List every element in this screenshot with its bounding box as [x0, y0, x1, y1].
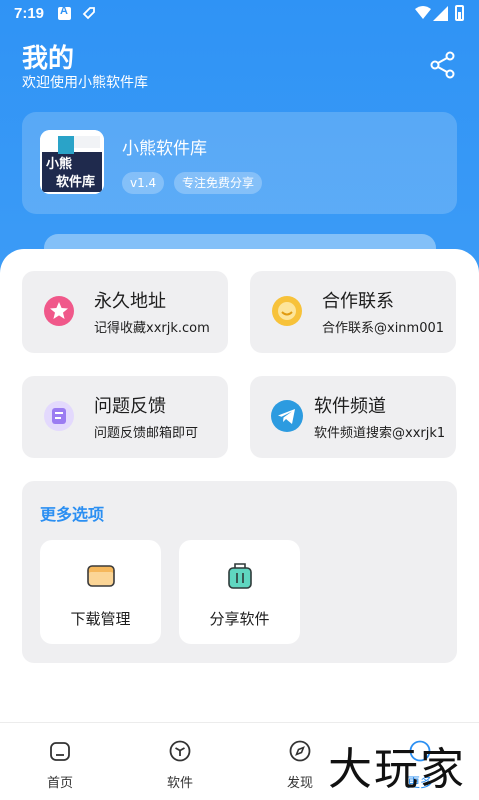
signal-icon: [433, 6, 448, 21]
slogan-badge: 专注免费分享: [174, 172, 263, 194]
tile-desc: 记得收藏xxrjk.com: [94, 321, 210, 336]
more-item-label: 分享软件: [209, 610, 270, 628]
compass-icon: [289, 740, 311, 762]
star-icon: [44, 296, 74, 326]
nav-label: 首页: [46, 776, 73, 791]
nav-software[interactable]: 软件: [120, 723, 240, 800]
more-options-title: 更多选项: [40, 505, 105, 524]
tag-icon: [82, 7, 95, 20]
bag-icon: [228, 563, 252, 589]
tile-desc: 合作联系@xinm001: [322, 321, 445, 336]
watermark-text: 大玩家: [328, 744, 466, 795]
status-time: 7:19: [14, 5, 45, 22]
wifi-icon: [415, 6, 431, 19]
page-title: 我的: [22, 44, 75, 74]
tile-title: 软件频道: [314, 396, 386, 417]
status-bar: 7:19: [0, 0, 479, 28]
tile-title: 永久地址: [94, 291, 166, 312]
share-icon[interactable]: [430, 51, 456, 79]
tile-desc: 软件频道搜索@xxrjk1: [314, 426, 446, 441]
cube-icon: [169, 740, 191, 762]
folder-icon: [87, 565, 115, 587]
more-options-panel: 更多选项 下载管理 分享软件: [22, 481, 457, 663]
page-subtitle: 欢迎使用小熊软件库: [22, 75, 148, 91]
tile-permanent-address[interactable]: 永久地址 记得收藏xxrjk.com: [22, 271, 228, 353]
logo-text-top: 小熊: [46, 156, 72, 172]
notification-app-icon: [58, 5, 71, 20]
home-icon: [50, 742, 70, 761]
download-manager-button[interactable]: 下载管理: [40, 540, 161, 644]
nav-home[interactable]: 首页: [0, 723, 120, 800]
feedback-icon: [44, 401, 74, 431]
app-info-card[interactable]: 小熊 软件库 小熊软件库 v1.4 专注免费分享: [22, 112, 457, 214]
tile-desc: 问题反馈邮箱即可: [94, 426, 199, 441]
smile-icon: [272, 296, 302, 326]
tile-title: 问题反馈: [94, 396, 166, 417]
tile-feedback[interactable]: 问题反馈 问题反馈邮箱即可: [22, 376, 228, 458]
app-name: 小熊软件库: [122, 139, 207, 159]
app-logo: 小熊 软件库: [40, 130, 104, 194]
telegram-icon: [271, 400, 303, 432]
app-logo-graphic: 小熊 软件库: [40, 130, 104, 194]
tile-software-channel[interactable]: 软件频道 软件频道搜索@xxrjk1: [250, 376, 456, 458]
logo-text-bottom: 软件库: [56, 174, 95, 190]
tile-title: 合作联系: [322, 291, 394, 312]
nav-label: 软件: [166, 776, 193, 791]
battery-icon: [455, 5, 464, 21]
more-item-label: 下载管理: [70, 610, 131, 628]
version-badge: v1.4: [122, 172, 165, 194]
share-software-button[interactable]: 分享软件: [179, 540, 300, 644]
tile-cooperation[interactable]: 合作联系 合作联系@xinm001: [250, 271, 456, 353]
